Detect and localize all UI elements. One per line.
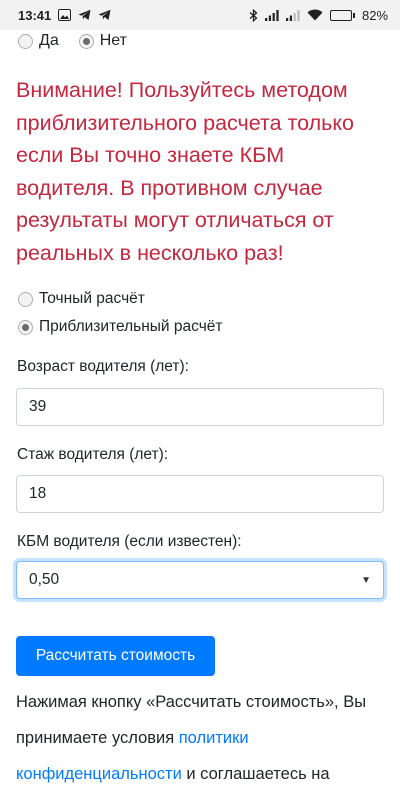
age-input[interactable]: 39 xyxy=(16,388,384,426)
gallery-icon xyxy=(58,9,72,21)
signal-icon xyxy=(264,9,279,21)
status-time: 13:41 xyxy=(18,7,52,23)
status-bar: 13:41 82% xyxy=(0,0,400,30)
radio-no-circle[interactable] xyxy=(78,33,94,49)
telegram-icon xyxy=(78,9,91,21)
radio-no-label: Нет xyxy=(99,32,127,49)
radio-no[interactable]: Нет xyxy=(78,32,127,50)
experience-input[interactable]: 18 xyxy=(16,475,384,513)
radio-approx-circle[interactable] xyxy=(18,319,33,335)
radio-exact-circle[interactable] xyxy=(18,291,33,307)
radio-approx-label: Приблизительный расчёт xyxy=(39,318,223,335)
experience-label: Стаж водителя (лет): xyxy=(17,446,169,463)
radio-yes[interactable]: Да xyxy=(18,32,59,50)
radio-approx[interactable]: Приблизительный расчёт xyxy=(18,313,223,341)
age-label: Возраст водителя (лет): xyxy=(17,358,189,375)
consent-text: Нажимая кнопку «Рассчитать стоимость», В… xyxy=(16,684,388,800)
page-content: Да Нет Внимание! Пользуйтесь методом при… xyxy=(0,30,400,800)
radio-yes-label: Да xyxy=(39,32,59,49)
experience-value: 18 xyxy=(29,485,47,502)
calculation-mode-radio-group: Точный расчёт Приблизительный расчёт xyxy=(18,285,223,341)
bluetooth-icon xyxy=(249,8,258,22)
radio-yes-circle[interactable] xyxy=(18,33,33,49)
chevron-down-icon: ▼ xyxy=(361,574,371,586)
age-value: 39 xyxy=(29,398,47,415)
yes-no-radio-group: Да Нет xyxy=(18,32,127,50)
battery-icon xyxy=(329,9,355,21)
signal-icon xyxy=(285,9,300,21)
kbm-select[interactable]: 0,50 ▼ xyxy=(16,561,384,599)
kbm-label: КБМ водителя (если известен): xyxy=(17,533,242,550)
wifi-icon xyxy=(307,9,323,21)
battery-percent: 82% xyxy=(361,7,388,23)
calculate-button[interactable]: Рассчитать стоимость xyxy=(16,636,215,676)
radio-exact[interactable]: Точный расчёт xyxy=(18,285,223,313)
radio-exact-label: Точный расчёт xyxy=(39,290,145,307)
kbm-value: 0,50 xyxy=(29,571,60,588)
warning-text: Внимание! Пользуйтесь методом приблизите… xyxy=(16,78,354,265)
telegram-icon xyxy=(98,9,111,21)
